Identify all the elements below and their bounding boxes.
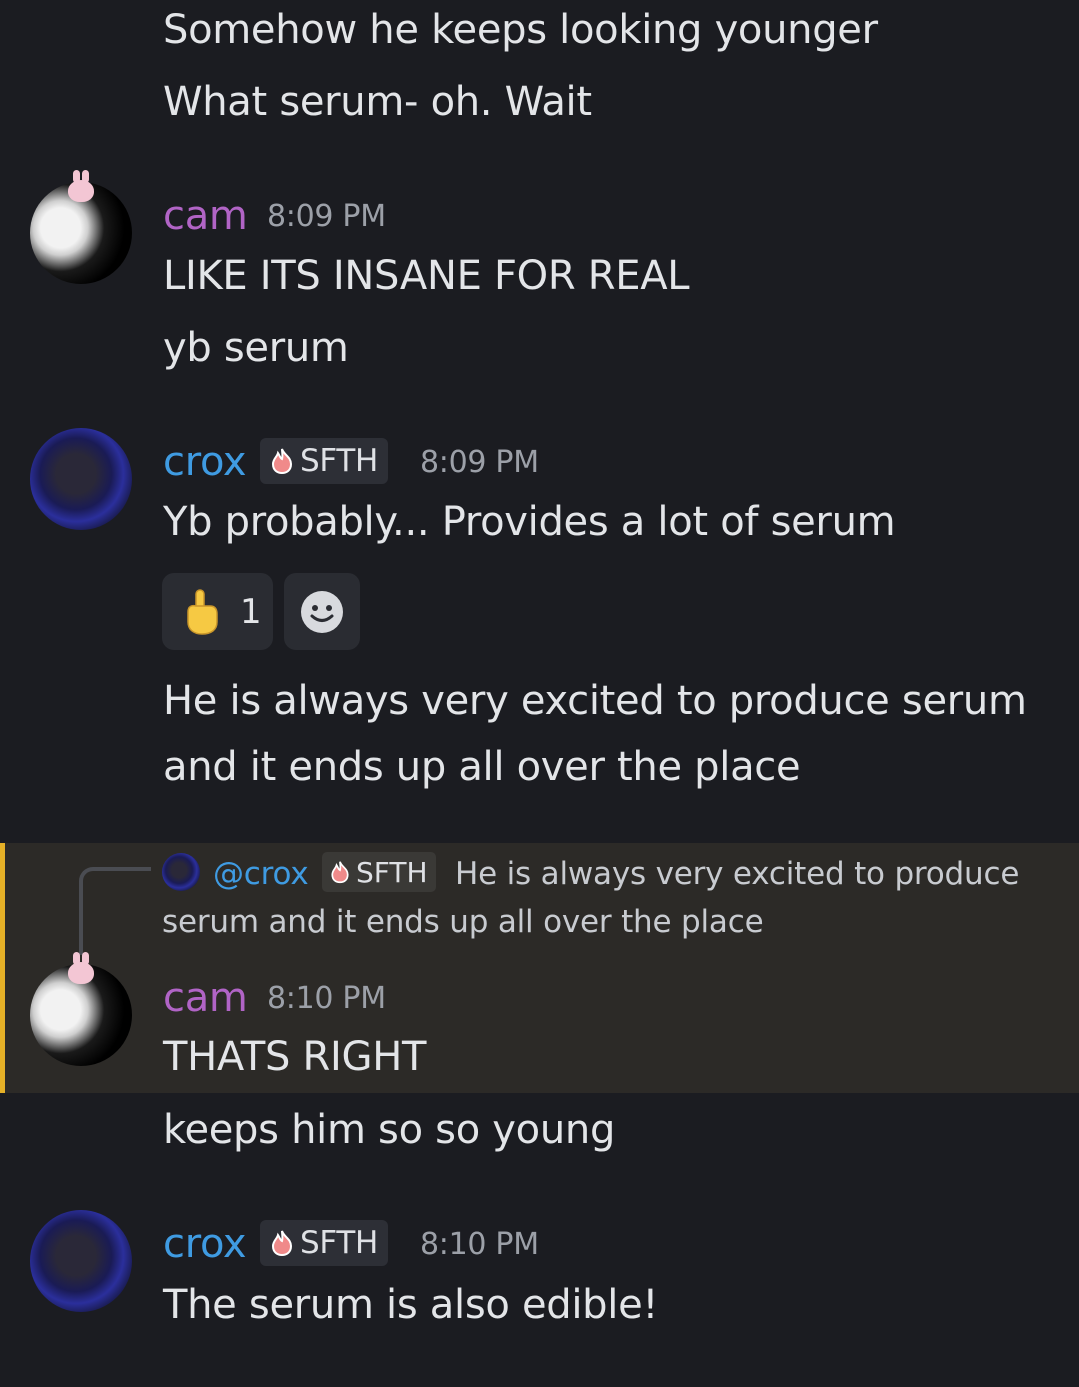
username[interactable]: cam [163,974,248,1022]
server-tag-label: SFTH [300,1225,379,1261]
timestamp: 8:10 PM [267,981,386,1016]
timestamp: 8:09 PM [420,445,539,480]
reaction-pill[interactable]: 1 [162,573,273,650]
reply-server-tag[interactable]: SFTH [322,852,436,892]
message-text: THATS RIGHT [163,1034,427,1080]
username[interactable]: cam [163,192,248,240]
reply-mention[interactable]: @crox [213,855,309,893]
reply-avatar[interactable] [162,853,200,891]
message-text: Somehow he keeps looking younger [163,7,878,53]
reaction-count: 1 [240,591,262,632]
reply-server-tag-label: SFTH [356,855,428,889]
username[interactable]: crox [163,1220,247,1268]
avatar[interactable] [30,428,132,530]
bunny-decoration-icon [68,170,94,202]
pointing-up-emoji-icon [187,588,218,635]
fire-tag-icon [271,448,293,475]
message-text: The serum is also edible! [163,1282,659,1328]
reply-preview[interactable]: He is always very excited to produce [455,855,1019,893]
message-text: What serum- oh. Wait [163,79,592,125]
message-text: and it ends up all over the place [163,744,801,790]
server-tag-label: SFTH [300,443,379,479]
message-text: keeps him so so young [163,1107,616,1153]
reply-connector [79,867,151,955]
reply-preview[interactable]: serum and it ends up all over the place [162,903,764,941]
mention-highlight-bar [0,843,5,1093]
fire-tag-icon [271,1230,293,1257]
fire-tag-icon [331,861,349,884]
message-text: He is always very excited to produce ser… [163,678,1027,724]
server-tag[interactable]: SFTH [260,1220,389,1266]
server-tag[interactable]: SFTH [260,438,389,484]
timestamp: 8:10 PM [420,1227,539,1262]
add-reaction-icon [301,590,343,633]
bunny-decoration-icon [68,952,94,984]
add-reaction-button[interactable] [284,573,360,650]
message-text: Yb probably... Provides a lot of serum [163,499,896,545]
message-text: yb serum [163,325,349,371]
message-text: LIKE ITS INSANE FOR REAL [163,253,690,299]
timestamp: 8:09 PM [267,199,386,234]
username[interactable]: crox [163,438,247,486]
avatar[interactable] [30,1210,132,1312]
